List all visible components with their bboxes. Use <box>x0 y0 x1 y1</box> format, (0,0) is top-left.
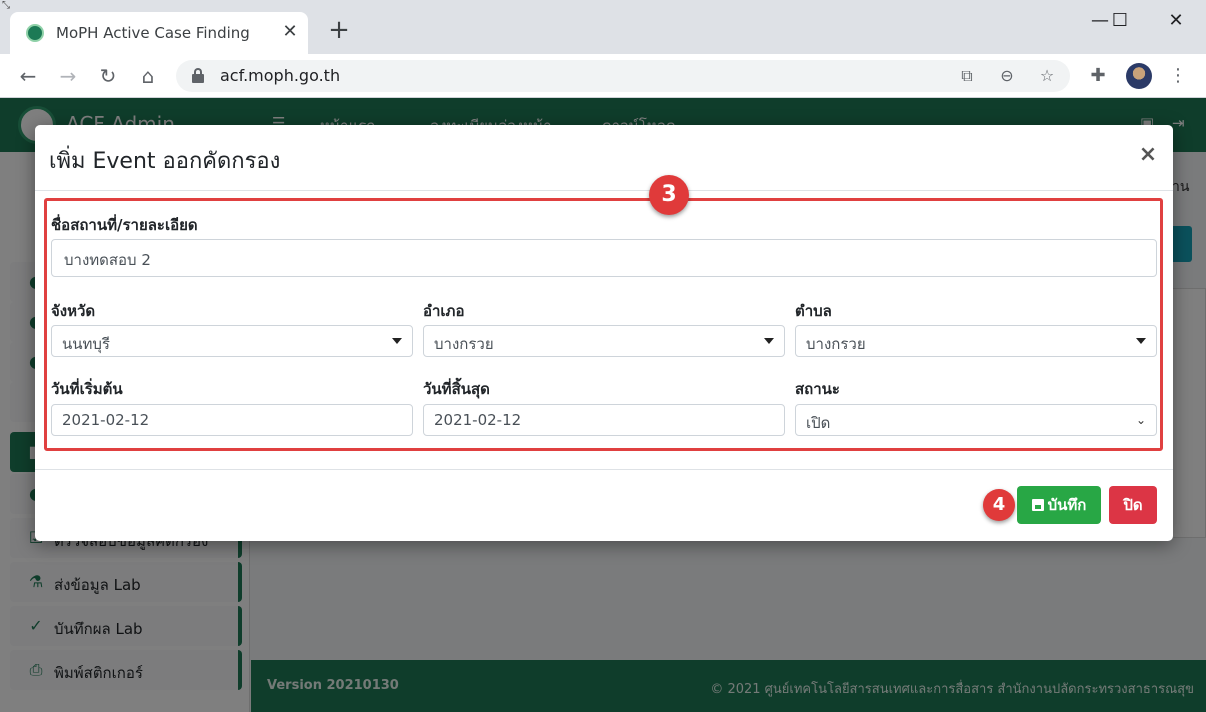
province-select[interactable]: นนทบุรี <box>51 325 413 357</box>
new-tab-button[interactable]: + <box>326 17 352 44</box>
subdistrict-label: ตำบล <box>795 302 832 320</box>
browser-titlebar: ⤡ MoPH Active Case Finding ✕ + — ☐ ✕ <box>0 0 1206 54</box>
end-date-input[interactable]: 2021-02-12 <box>423 404 785 436</box>
url-text: acf.moph.go.th <box>220 66 341 85</box>
tab-title: MoPH Active Case Finding <box>56 24 250 42</box>
address-bar[interactable]: acf.moph.go.th ⧉ ⊖ ☆ <box>176 60 1070 92</box>
back-icon[interactable]: ← <box>14 62 42 90</box>
translate-icon[interactable]: ⧉ <box>956 65 978 87</box>
window-resize-icon: ⤡ <box>2 0 10 11</box>
save-button[interactable]: บันทึก <box>1017 486 1101 524</box>
close-icon[interactable]: × <box>1137 143 1159 167</box>
dropdown-arrow-icon <box>1136 338 1146 344</box>
status-value: เปิด <box>806 414 831 432</box>
start-date-label: วันที่เริ่มต้น <box>51 380 123 398</box>
add-event-modal: เพิ่ม Event ออกคัดกรอง × 3 ชื่อสถานที่/ร… <box>35 125 1173 541</box>
step-badge-3: 3 <box>649 175 689 215</box>
modal-title: เพิ่ม Event ออกคัดกรอง <box>49 149 281 174</box>
save-icon <box>1031 499 1044 511</box>
step-badge-4: 4 <box>983 489 1015 521</box>
save-button-label: บันทึก <box>1047 496 1087 514</box>
modal-header: เพิ่ม Event ออกคัดกรอง × <box>35 125 1173 191</box>
dropdown-arrow-icon <box>764 338 774 344</box>
chevron-down-icon: ⌄ <box>1135 413 1147 427</box>
province-value: นนทบุรี <box>62 335 110 353</box>
web-page: ACF Admin ☰ หน้าแรก ลงทะเบียนล่วงหน้า ดา… <box>0 98 1206 712</box>
district-label: อำเภอ <box>423 302 465 320</box>
status-label: สถานะ <box>795 380 840 398</box>
modal-body: 3 ชื่อสถานที่/รายละเอียด บางทดสอบ 2 จังห… <box>35 175 1173 467</box>
province-label: จังหวัด <box>51 302 96 320</box>
tab-close-icon[interactable]: ✕ <box>280 21 300 43</box>
forward-icon[interactable]: → <box>54 62 82 90</box>
menu-kebab-icon[interactable]: ⋮ <box>1164 62 1192 90</box>
profile-avatar[interactable] <box>1126 63 1152 89</box>
extensions-icon[interactable]: ✚ <box>1084 62 1112 90</box>
lock-icon <box>192 68 204 83</box>
place-input[interactable]: บางทดสอบ 2 <box>51 239 1157 277</box>
subdistrict-value: บางกรวย <box>806 335 866 353</box>
bookmark-star-icon[interactable]: ☆ <box>1036 65 1058 87</box>
subdistrict-select[interactable]: บางกรวย <box>795 325 1157 357</box>
home-icon[interactable]: ⌂ <box>134 62 162 90</box>
reload-icon[interactable]: ↻ <box>94 62 122 90</box>
browser-toolbar: ← → ↻ ⌂ acf.moph.go.th ⧉ ⊖ ☆ ✚ ⋮ <box>0 54 1206 98</box>
maximize-button[interactable]: ☐ <box>1100 6 1140 36</box>
browser-tab[interactable]: MoPH Active Case Finding ✕ <box>10 12 308 54</box>
district-value: บางกรวย <box>434 335 494 353</box>
dropdown-arrow-icon <box>392 338 402 344</box>
close-button[interactable]: ปิด <box>1109 486 1157 524</box>
modal-footer: 4 บันทึก ปิด <box>35 469 1173 541</box>
status-select[interactable]: เปิด ⌄ <box>795 404 1157 436</box>
zoom-icon[interactable]: ⊖ <box>996 65 1018 87</box>
end-date-label: วันที่สิ้นสุด <box>423 380 490 398</box>
window-close-button[interactable]: ✕ <box>1156 6 1196 36</box>
start-date-input[interactable]: 2021-02-12 <box>51 404 413 436</box>
favicon-icon <box>26 24 44 42</box>
place-label: ชื่อสถานที่/รายละเอียด <box>51 216 198 234</box>
district-select[interactable]: บางกรวย <box>423 325 785 357</box>
